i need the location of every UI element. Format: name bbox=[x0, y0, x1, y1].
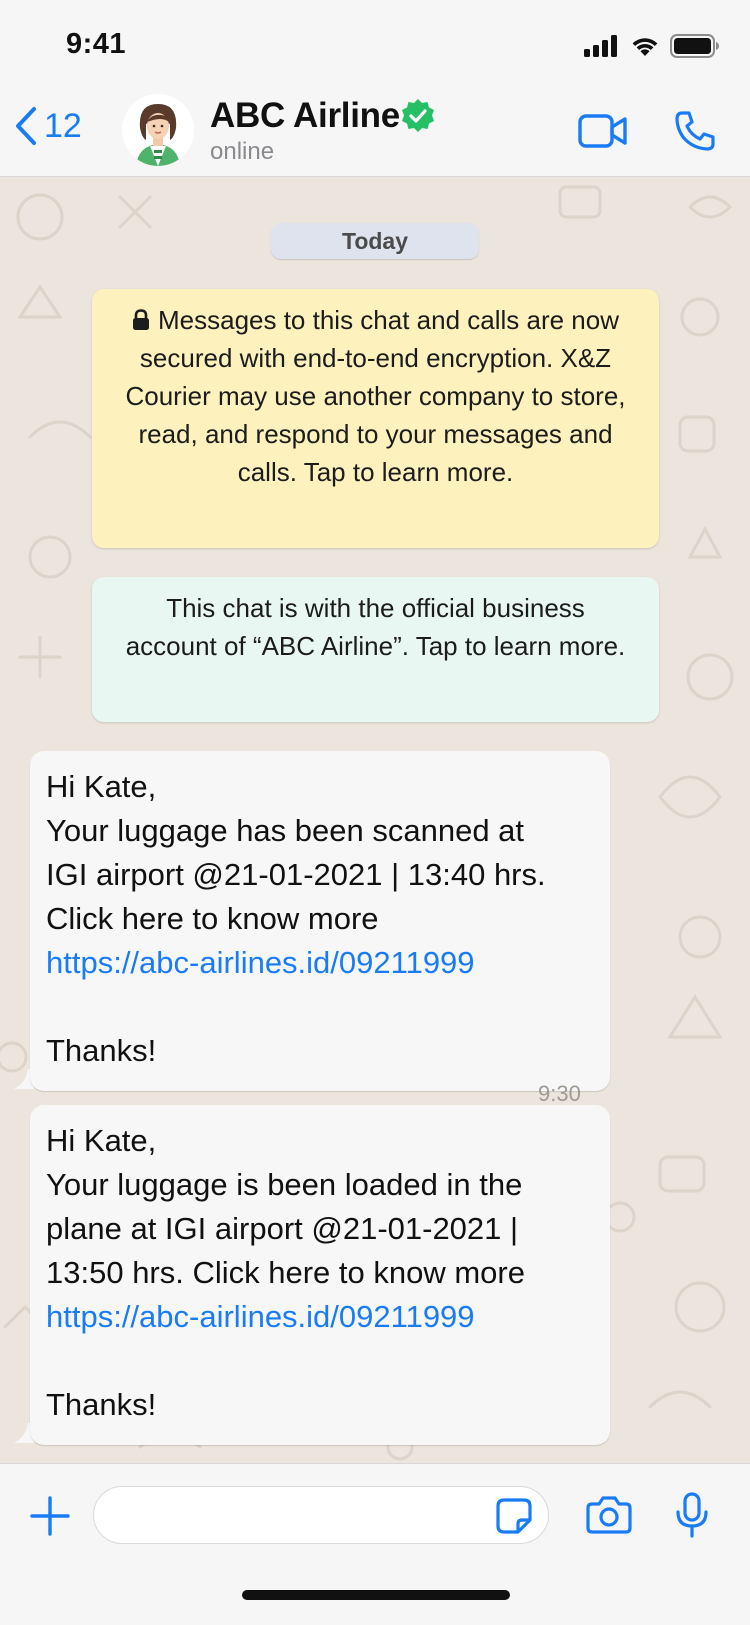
avatar[interactable] bbox=[122, 94, 194, 166]
message-spacer bbox=[46, 985, 594, 1029]
message-line: 13:50 hrs. Click here to know more bbox=[46, 1255, 525, 1290]
message-line: Click here to know more bbox=[46, 901, 379, 936]
microphone-icon bbox=[676, 1492, 708, 1538]
microphone-button[interactable] bbox=[674, 1492, 710, 1543]
sticker-icon bbox=[496, 1498, 532, 1534]
encryption-notice-text: Messages to this chat and calls are now … bbox=[125, 305, 626, 487]
message-line: Your luggage is been loaded in the bbox=[46, 1167, 523, 1202]
message-closing: Thanks! bbox=[46, 1387, 157, 1422]
plus-icon bbox=[30, 1496, 70, 1536]
business-notice-text: This chat is with the official business … bbox=[125, 593, 626, 661]
phone-call-icon bbox=[675, 111, 715, 151]
date-chip: Today bbox=[271, 223, 479, 259]
message-link[interactable]: https://abc-airlines.id/09211999 bbox=[46, 941, 594, 985]
message-link[interactable]: https://abc-airlines.id/09211999 bbox=[46, 1295, 594, 1339]
wifi-icon bbox=[632, 38, 658, 56]
message-closing: Thanks! bbox=[46, 1033, 157, 1068]
message-bubble[interactable]: Hi Kate, Your luggage has been scanned a… bbox=[30, 751, 610, 1091]
signal-icon bbox=[584, 35, 617, 57]
business-account-notice[interactable]: This chat is with the official business … bbox=[92, 577, 659, 722]
message-line: IGI airport @21-01-2021 | 13:40 hrs. bbox=[46, 857, 546, 892]
message-line: Your luggage has been scanned at bbox=[46, 813, 525, 848]
message-input[interactable] bbox=[93, 1486, 549, 1544]
video-call-button[interactable] bbox=[578, 114, 628, 153]
chat-header: 12 ABC Airline online bbox=[0, 88, 750, 177]
avatar-illustration bbox=[122, 94, 194, 166]
message-bubble[interactable]: Hi Kate, Your luggage is been loaded in … bbox=[30, 1105, 610, 1445]
message-input-bar bbox=[0, 1463, 750, 1625]
message-greeting: Hi Kate, bbox=[46, 769, 157, 804]
message-time: 9:30 bbox=[538, 1081, 581, 1106]
message-spacer bbox=[46, 1339, 594, 1383]
camera-icon bbox=[586, 1496, 632, 1534]
back-count: 12 bbox=[44, 106, 82, 145]
status-icons bbox=[584, 34, 720, 58]
sticker-button[interactable] bbox=[496, 1498, 532, 1539]
voice-call-button[interactable] bbox=[674, 110, 716, 157]
contact-status: online bbox=[210, 138, 275, 165]
verified-badge-icon bbox=[402, 99, 434, 132]
chevron-left-icon bbox=[16, 107, 36, 145]
contact-name[interactable]: ABC Airline bbox=[210, 96, 400, 136]
status-time: 9:41 bbox=[66, 28, 127, 60]
lock-icon bbox=[132, 309, 149, 330]
message-line: plane at IGI airport @21-01-2021 | bbox=[46, 1211, 519, 1246]
message-greeting: Hi Kate, bbox=[46, 1123, 157, 1158]
status-bar: 9:41 bbox=[0, 0, 750, 88]
battery-icon bbox=[670, 34, 719, 58]
back-button[interactable]: 12 bbox=[14, 106, 82, 146]
attach-button[interactable] bbox=[28, 1494, 72, 1543]
camera-button[interactable] bbox=[586, 1496, 632, 1539]
encryption-notice[interactable]: Messages to this chat and calls are now … bbox=[92, 289, 659, 548]
home-indicator bbox=[242, 1590, 510, 1600]
chat-area[interactable]: Today Messages to this chat and calls ar… bbox=[0, 177, 750, 1463]
video-call-icon bbox=[578, 114, 627, 148]
